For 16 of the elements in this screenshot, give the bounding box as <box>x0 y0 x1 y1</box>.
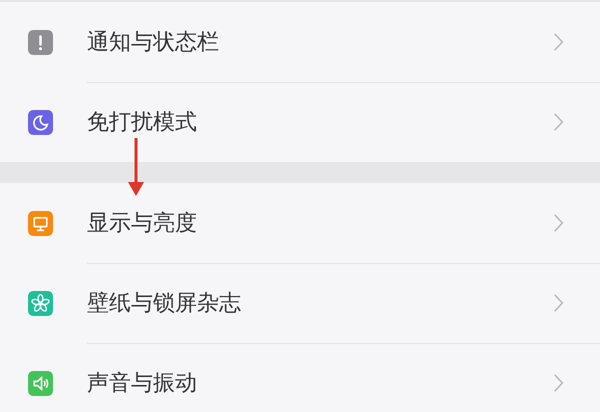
chevron-right-icon <box>553 112 564 132</box>
chevron-right-icon <box>553 32 564 52</box>
arrow-annotation <box>126 138 146 198</box>
chevron-right-icon <box>553 292 564 312</box>
item-label: 声音与振动 <box>87 370 197 398</box>
item-label: 免打扰模式 <box>87 109 197 137</box>
settings-item[interactable]: 声音与振动 <box>0 343 600 412</box>
chevron-right-icon <box>553 373 564 393</box>
settings-item[interactable]: 显示与亮度 <box>0 183 600 263</box>
item-label: 壁纸与锁屏杂志 <box>87 290 241 318</box>
item-label: 显示与亮度 <box>87 210 197 238</box>
chevron-right-icon <box>553 212 564 232</box>
settings-item[interactable]: 通知与状态栏 <box>0 2 600 82</box>
item-label: 通知与状态栏 <box>87 28 219 56</box>
settings-item[interactable]: 壁纸与锁屏杂志 <box>0 263 600 343</box>
settings-item[interactable]: 免打扰模式 <box>0 82 600 162</box>
